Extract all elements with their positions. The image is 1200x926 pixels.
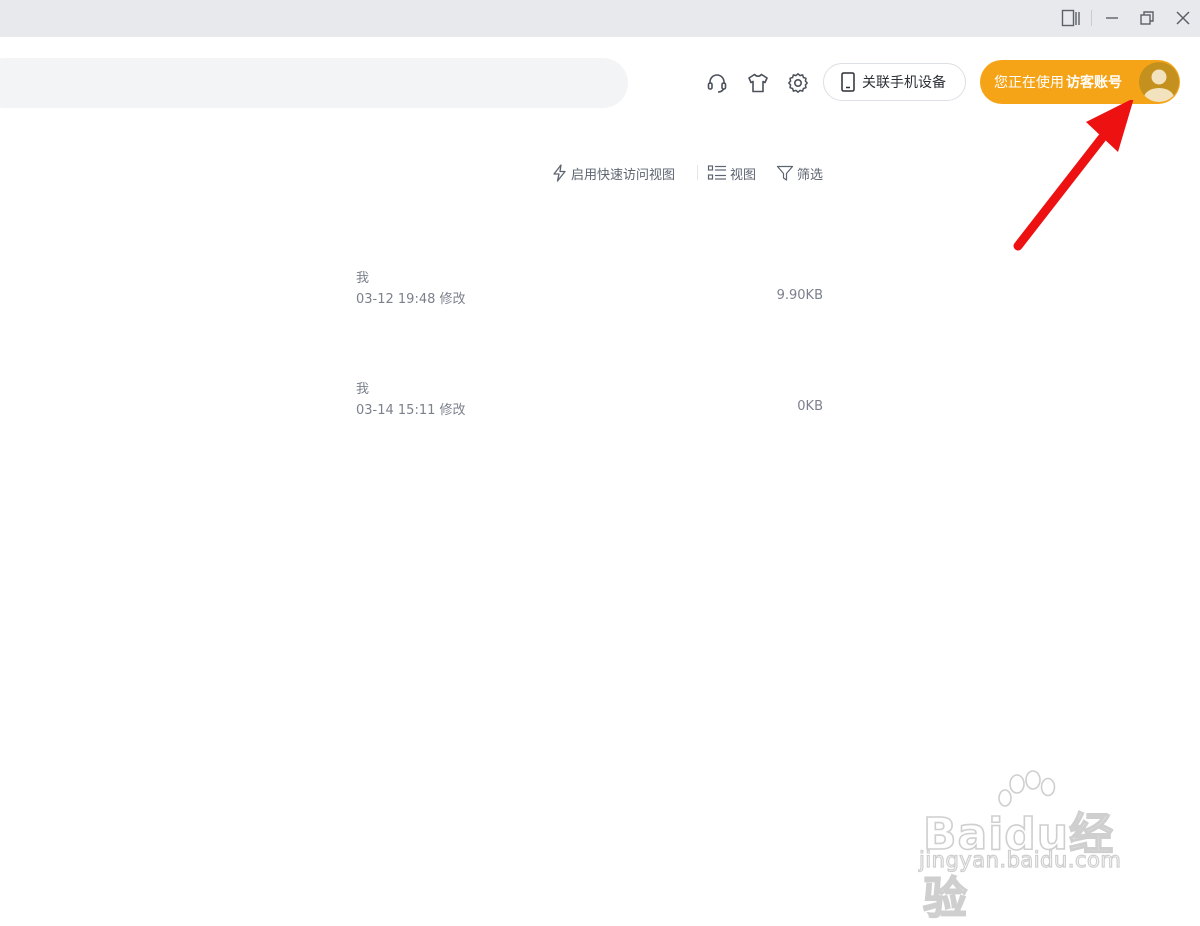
- view-button[interactable]: 视图: [707, 162, 756, 184]
- account-button[interactable]: 您正在使用 访客账号: [980, 60, 1180, 104]
- account-name: 访客账号: [1066, 75, 1122, 91]
- quick-access-label: 启用快速访问视图: [571, 167, 676, 183]
- list-view-icon: [707, 165, 726, 180]
- file-owner: 我: [356, 382, 370, 397]
- file-modified: 03-12 19:48 修改: [356, 292, 466, 307]
- file-modified: 03-14 15:11 修改: [356, 403, 466, 418]
- file-size: 9.90KB: [776, 288, 823, 303]
- sidebar-toggle-icon[interactable]: [1059, 6, 1083, 30]
- filter-label: 筛选: [797, 167, 824, 183]
- annotation-arrow: [1013, 100, 1134, 251]
- quick-access-toggle[interactable]: 启用快速访问视图: [551, 162, 675, 184]
- titlebar-divider: [1091, 10, 1092, 26]
- filter-button[interactable]: 筛选: [776, 162, 823, 184]
- close-icon[interactable]: [1171, 6, 1195, 30]
- link-phone-button[interactable]: 关联手机设备: [823, 63, 966, 101]
- file-row[interactable]: 我 03-14 15:11 修改 0KB: [356, 378, 826, 422]
- watermark-url: jingyan.baidu.com: [918, 847, 1122, 872]
- watermark: Baidu经验 jingyan.baidu.com: [915, 770, 1145, 925]
- toolbar-divider: [697, 165, 698, 180]
- view-label: 视图: [730, 167, 757, 183]
- file-owner: 我: [356, 271, 370, 286]
- headset-icon[interactable]: [705, 71, 729, 95]
- file-row[interactable]: 我 03-12 19:48 修改 9.90KB: [356, 267, 826, 311]
- account-prefix: 您正在使用: [994, 75, 1064, 91]
- filter-icon: [776, 165, 794, 181]
- search-input[interactable]: [0, 58, 628, 108]
- avatar[interactable]: [1139, 62, 1179, 102]
- tshirt-icon[interactable]: [746, 71, 770, 95]
- gear-icon[interactable]: [786, 71, 810, 95]
- phone-icon: [841, 72, 855, 92]
- restore-icon[interactable]: [1135, 6, 1159, 30]
- window-titlebar: [0, 0, 1200, 37]
- file-size: 0KB: [797, 399, 823, 414]
- minimize-icon[interactable]: [1100, 6, 1124, 30]
- lightning-icon: [553, 164, 566, 182]
- link-phone-label: 关联手机设备: [862, 75, 946, 91]
